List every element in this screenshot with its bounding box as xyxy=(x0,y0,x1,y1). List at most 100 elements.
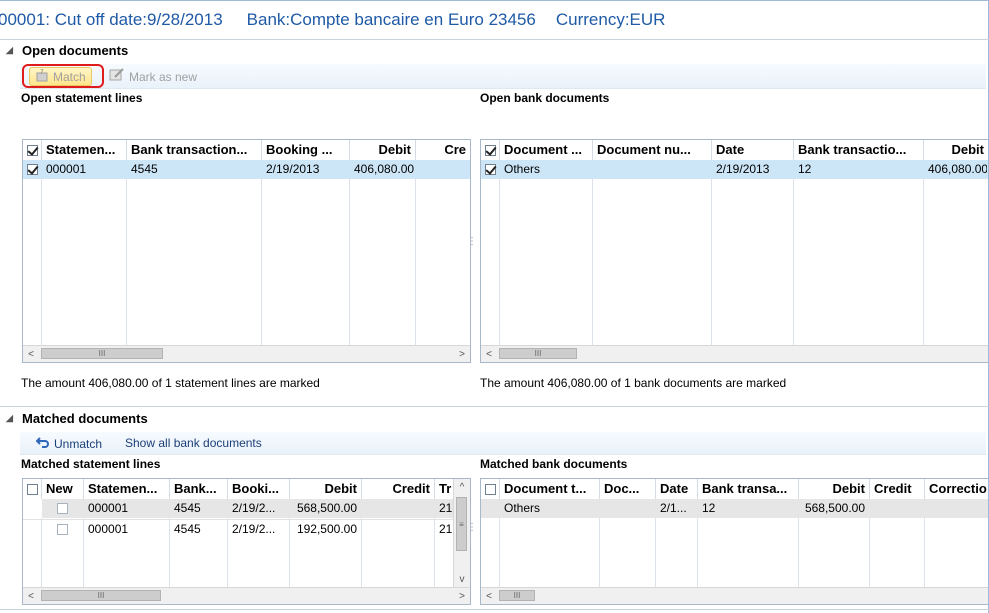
column-header[interactable]: Document nu... xyxy=(593,140,712,160)
horizontal-scrollbar[interactable]: < III > xyxy=(23,587,470,604)
select-all-checkbox[interactable] xyxy=(23,140,42,160)
statement-cell: 000001 xyxy=(46,162,87,176)
column-header[interactable]: Date xyxy=(656,479,698,499)
scroll-down-icon[interactable]: v xyxy=(454,571,470,587)
row-checkbox[interactable] xyxy=(23,160,42,179)
open-documents-header[interactable]: ◢ Open documents xyxy=(6,42,128,58)
pane-splitter[interactable]: ⋮ xyxy=(467,518,477,538)
scroll-thumb[interactable]: III xyxy=(41,348,163,359)
table-row[interactable]: 000001 4545 2/19/2... 568,500.00 21 xyxy=(23,499,454,518)
column-header[interactable]: Doc... xyxy=(600,479,656,499)
scroll-left-icon[interactable]: < xyxy=(23,346,39,362)
scroll-right-icon[interactable]: > xyxy=(454,346,470,362)
bank-transaction-cell: 4545 xyxy=(131,162,158,176)
horizontal-scrollbar[interactable]: < III > xyxy=(23,345,470,362)
credit-cell xyxy=(870,499,925,518)
column-header[interactable]: Cre xyxy=(416,140,470,160)
grid-header: Document t... Doc... Date Bank transa...… xyxy=(481,479,988,500)
open-bank-documents-label: Open bank documents xyxy=(480,91,610,105)
debit-cell: 568,500.00 xyxy=(804,501,865,515)
scroll-right-icon[interactable]: > xyxy=(454,588,470,604)
row-selector[interactable] xyxy=(23,499,42,518)
select-all-checkbox[interactable] xyxy=(481,479,500,499)
unmatch-button[interactable]: Unmatch xyxy=(35,436,102,451)
match-button[interactable]: ? Match xyxy=(29,67,92,86)
scroll-thumb[interactable]: III xyxy=(41,590,161,601)
bank-cell: 4545 xyxy=(174,501,201,515)
mark-as-new-button[interactable]: Mark as new xyxy=(109,68,197,85)
new-checkbox[interactable] xyxy=(42,520,84,539)
select-all-checkbox[interactable] xyxy=(481,140,500,160)
credit-cell xyxy=(362,499,435,518)
matched-statement-grid: New Statemen... Bank... Booki... Debit C… xyxy=(22,478,471,605)
show-all-bank-documents-button[interactable]: Show all bank documents xyxy=(125,436,262,450)
booking-cell: 2/19/2... xyxy=(232,501,276,515)
open-bank-status: The amount 406,080.00 of 1 bank document… xyxy=(480,376,787,390)
select-all-checkbox[interactable] xyxy=(23,479,42,499)
bank-transaction-cell: 12 xyxy=(798,162,812,176)
scroll-thumb[interactable]: III xyxy=(499,348,577,359)
tr-cell: 21 xyxy=(439,501,453,515)
vertical-scrollbar[interactable]: ^ ≡ v xyxy=(453,479,470,587)
matched-bank-grid: Document t... Doc... Date Bank transa...… xyxy=(480,478,988,605)
scroll-thumb[interactable]: ≡ xyxy=(456,497,467,551)
title-bar: 00001: Cut off date:9/28/2013 Bank:Compt… xyxy=(0,1,989,38)
collapse-triangle-icon[interactable]: ◢ xyxy=(6,413,16,424)
column-header[interactable]: Debit xyxy=(924,140,988,160)
column-header[interactable]: Credit xyxy=(362,479,435,499)
column-header[interactable]: New xyxy=(42,479,84,499)
column-header[interactable]: Correctio xyxy=(925,479,988,499)
column-header[interactable]: Booki... xyxy=(228,479,290,499)
pane-splitter[interactable]: ⋮ xyxy=(467,232,477,252)
column-header[interactable]: Document t... xyxy=(500,479,600,499)
row-checkbox[interactable] xyxy=(481,160,500,179)
open-statement-lines-label: Open statement lines xyxy=(21,91,143,105)
document-type-cell: Others xyxy=(504,162,541,176)
scroll-left-icon[interactable]: < xyxy=(481,346,497,362)
table-row[interactable]: Others 2/1... 12 568,500.00 xyxy=(481,499,988,518)
column-header[interactable]: Bank transa... xyxy=(698,479,799,499)
collapse-triangle-icon[interactable]: ◢ xyxy=(6,45,16,56)
column-header[interactable]: Bank transaction... xyxy=(127,140,262,160)
scroll-left-icon[interactable]: < xyxy=(481,588,497,604)
bank-transaction-cell: 12 xyxy=(702,501,716,515)
table-row[interactable]: 000001 4545 2/19/2013 406,080.00 xyxy=(23,160,470,179)
column-header[interactable]: Bank transactio... xyxy=(794,140,924,160)
column-header[interactable]: Date xyxy=(712,140,794,160)
column-header[interactable]: Tr xyxy=(435,479,454,499)
horizontal-scrollbar[interactable]: < III xyxy=(481,345,988,362)
scroll-thumb[interactable]: III xyxy=(499,590,535,601)
date-cell: 2/1... xyxy=(660,501,687,515)
row-selector[interactable] xyxy=(481,499,500,518)
open-statement-status: The amount 406,080.00 of 1 statement lin… xyxy=(21,376,320,390)
match-label: Match xyxy=(53,69,86,84)
column-header[interactable]: Statemen... xyxy=(42,140,127,160)
mark-as-new-icon xyxy=(109,68,125,85)
column-header[interactable]: Statemen... xyxy=(84,479,170,499)
unmatch-icon xyxy=(35,436,50,451)
column-header[interactable]: Debit xyxy=(799,479,870,499)
column-header[interactable]: Debit xyxy=(350,140,416,160)
row-selector[interactable] xyxy=(23,520,42,539)
column-header[interactable]: Bank... xyxy=(170,479,228,499)
open-documents-heading: Open documents xyxy=(22,42,129,58)
column-header[interactable]: Debit xyxy=(290,479,362,499)
matched-bank-documents-label: Matched bank documents xyxy=(480,457,628,471)
column-header[interactable]: Booking ... xyxy=(262,140,350,160)
new-checkbox[interactable] xyxy=(42,499,84,518)
table-row[interactable]: Others 2/19/2013 12 406,080.00 xyxy=(481,160,988,179)
show-all-label: Show all bank documents xyxy=(125,436,262,450)
debit-cell: 406,080.00 xyxy=(928,162,988,176)
document-number-cell xyxy=(593,160,712,179)
scroll-left-icon[interactable]: < xyxy=(23,588,39,604)
section-divider xyxy=(0,406,989,407)
statement-cell: 000001 xyxy=(88,522,129,536)
table-row[interactable]: 000001 4545 2/19/2... 192,500.00 21 xyxy=(23,519,454,539)
matched-documents-header[interactable]: ◢ Matched documents xyxy=(6,410,148,426)
correction-cell xyxy=(925,499,988,518)
column-header[interactable]: Document ... xyxy=(500,140,593,160)
scroll-up-icon[interactable]: ^ xyxy=(454,479,470,495)
horizontal-scrollbar[interactable]: < III xyxy=(481,587,988,604)
column-header[interactable]: Credit xyxy=(870,479,925,499)
match-icon: ? xyxy=(35,68,49,85)
